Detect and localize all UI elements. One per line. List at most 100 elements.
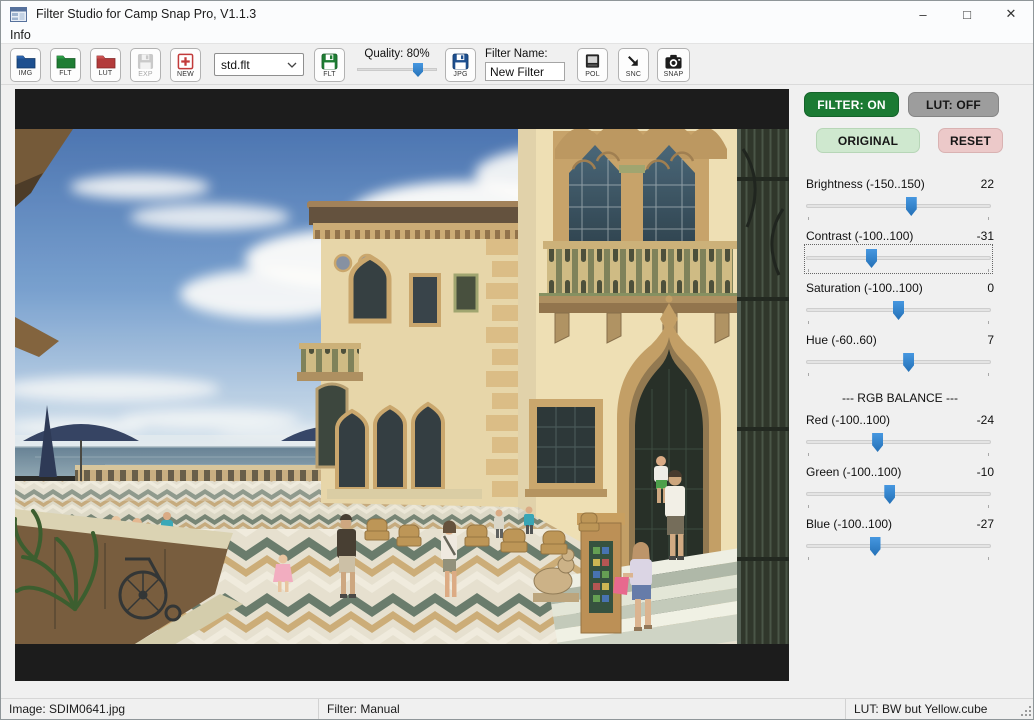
slider-label: Contrast (-100..100)	[806, 229, 913, 243]
slider-hue: Hue (-60..60) 7	[804, 331, 1004, 383]
filter-toggle-button[interactable]: FILTER: ON	[804, 92, 899, 117]
display-icon	[584, 53, 601, 70]
slider-track-area[interactable]	[806, 194, 991, 220]
slider-value: -27	[977, 517, 994, 531]
slider-thumb[interactable]	[884, 485, 895, 504]
slider-saturation: Saturation (-100..100) 0	[804, 279, 1004, 331]
button-label: FLT	[323, 71, 336, 78]
slider-thumb[interactable]	[872, 433, 883, 452]
slider-track-area[interactable]	[806, 534, 991, 560]
slider-label: Green (-100..100)	[806, 465, 901, 479]
filter-name-group: Filter Name:	[485, 48, 565, 81]
camera-icon	[664, 53, 683, 70]
slider-thumb[interactable]	[903, 353, 914, 372]
slider-value: 0	[987, 281, 994, 295]
slider-track[interactable]	[806, 440, 991, 444]
preset-dropdown[interactable]: std.flt	[214, 53, 304, 76]
button-label: NEW	[177, 71, 194, 78]
photo	[15, 89, 789, 681]
quality-slider[interactable]	[357, 62, 437, 78]
minimize-button[interactable]: –	[901, 1, 945, 27]
button-label: LUT	[99, 70, 113, 77]
slider-label: Brightness (-150..150)	[806, 177, 925, 191]
main-sliders: Brightness (-150..150) 22 Contrast (-100..…	[804, 175, 1004, 383]
menu-info[interactable]: Info	[1, 28, 40, 42]
button-label: SNC	[626, 71, 641, 78]
open-image-button[interactable]: IMG	[10, 48, 41, 82]
button-label: EXP	[138, 71, 153, 78]
slider-value: -24	[977, 413, 994, 427]
quality-slider-track	[357, 68, 437, 71]
slider-track-area[interactable]	[806, 482, 991, 508]
folder-icon	[16, 53, 36, 69]
rgb-sliders: Red (-100..100)-24Green (-100..100)-10Bl…	[804, 411, 1004, 567]
slider-label: Red (-100..100)	[806, 413, 890, 427]
button-label: FLT	[59, 70, 72, 77]
quality-label: Quality: 80%	[357, 48, 437, 60]
open-lut-button[interactable]: LUT	[90, 48, 121, 82]
slider-track-area[interactable]	[806, 350, 991, 376]
slider-track[interactable]	[806, 204, 991, 208]
slider-track-area[interactable]	[806, 246, 991, 272]
window-title: Filter Studio for Camp Snap Pro, V1.1.3	[36, 7, 901, 21]
slider-thumb[interactable]	[906, 197, 917, 216]
floppy-icon	[452, 53, 469, 70]
original-button[interactable]: ORIGINAL	[816, 128, 920, 153]
toolbar: IMG FLT LUT EXP	[1, 43, 1033, 85]
slider-track-area[interactable]	[806, 298, 991, 324]
button-label: POL	[585, 71, 600, 78]
maximize-button[interactable]: □	[945, 1, 989, 27]
slider-label: Hue (-60..60)	[806, 333, 877, 347]
slider-track[interactable]	[806, 544, 991, 548]
folder-icon	[96, 53, 116, 69]
button-label: IMG	[19, 70, 33, 77]
slider-label: Blue (-100..100)	[806, 517, 892, 531]
slider-blue: Blue (-100..100) -27	[804, 515, 1004, 567]
slider-track[interactable]	[806, 360, 991, 364]
status-bar: Image: SDIM0641.jpg Filter: Manual LUT: …	[1, 698, 1033, 719]
slider-track-area[interactable]	[806, 430, 991, 456]
open-filter-button[interactable]: FLT	[50, 48, 81, 82]
quality-slider-thumb[interactable]	[413, 63, 423, 77]
slider-thumb[interactable]	[893, 301, 904, 320]
slider-label: Saturation (-100..100)	[806, 281, 923, 295]
slider-track[interactable]	[806, 256, 991, 260]
slider-value: 7	[987, 333, 994, 347]
slider-track[interactable]	[806, 492, 991, 496]
slider-red: Red (-100..100) -24	[804, 411, 1004, 463]
snc-button[interactable]: SNC	[618, 48, 649, 82]
slider-thumb[interactable]	[870, 537, 881, 556]
plus-icon	[177, 53, 194, 70]
lut-toggle-button[interactable]: LUT: OFF	[908, 92, 999, 117]
photo-filter-tint	[15, 129, 789, 644]
resize-grip[interactable]	[1021, 706, 1031, 716]
preset-value: std.flt	[221, 58, 287, 72]
menu-bar: Info	[1, 27, 1033, 43]
slider-value: 22	[981, 177, 994, 191]
filter-name-label: Filter Name:	[485, 48, 565, 60]
save-filter-button[interactable]: FLT	[314, 48, 345, 82]
new-filter-button[interactable]: NEW	[170, 48, 201, 82]
export-button: EXP	[130, 48, 161, 82]
slider-brightness: Brightness (-150..150) 22	[804, 175, 1004, 227]
reset-button[interactable]: RESET	[938, 128, 1003, 153]
rgb-balance-header: --- RGB BALANCE ---	[804, 391, 996, 405]
app-window: Filter Studio for Camp Snap Pro, V1.1.3 …	[0, 0, 1034, 720]
pol-button[interactable]: POL	[577, 48, 608, 82]
floppy-icon	[137, 53, 154, 70]
filter-name-input[interactable]	[485, 62, 565, 81]
slider-green: Green (-100..100)-10	[804, 463, 1004, 515]
status-filter: Filter: Manual	[319, 699, 846, 719]
app-icon	[10, 7, 27, 22]
save-jpg-button[interactable]: JPG	[445, 48, 476, 82]
floppy-icon	[321, 53, 338, 70]
close-button[interactable]: ✕	[989, 1, 1033, 27]
image-preview-canvas	[15, 89, 789, 681]
control-panel: FILTER: ON LUT: OFF ORIGINAL RESET Brigh…	[804, 89, 1004, 669]
status-image: Image: SDIM0641.jpg	[1, 699, 319, 719]
diagonal-arrow-icon	[625, 53, 642, 70]
window-controls: – □ ✕	[901, 1, 1033, 27]
slider-thumb[interactable]	[866, 249, 877, 268]
snap-button[interactable]: SNAP	[657, 48, 690, 82]
chevron-down-icon	[287, 62, 297, 68]
